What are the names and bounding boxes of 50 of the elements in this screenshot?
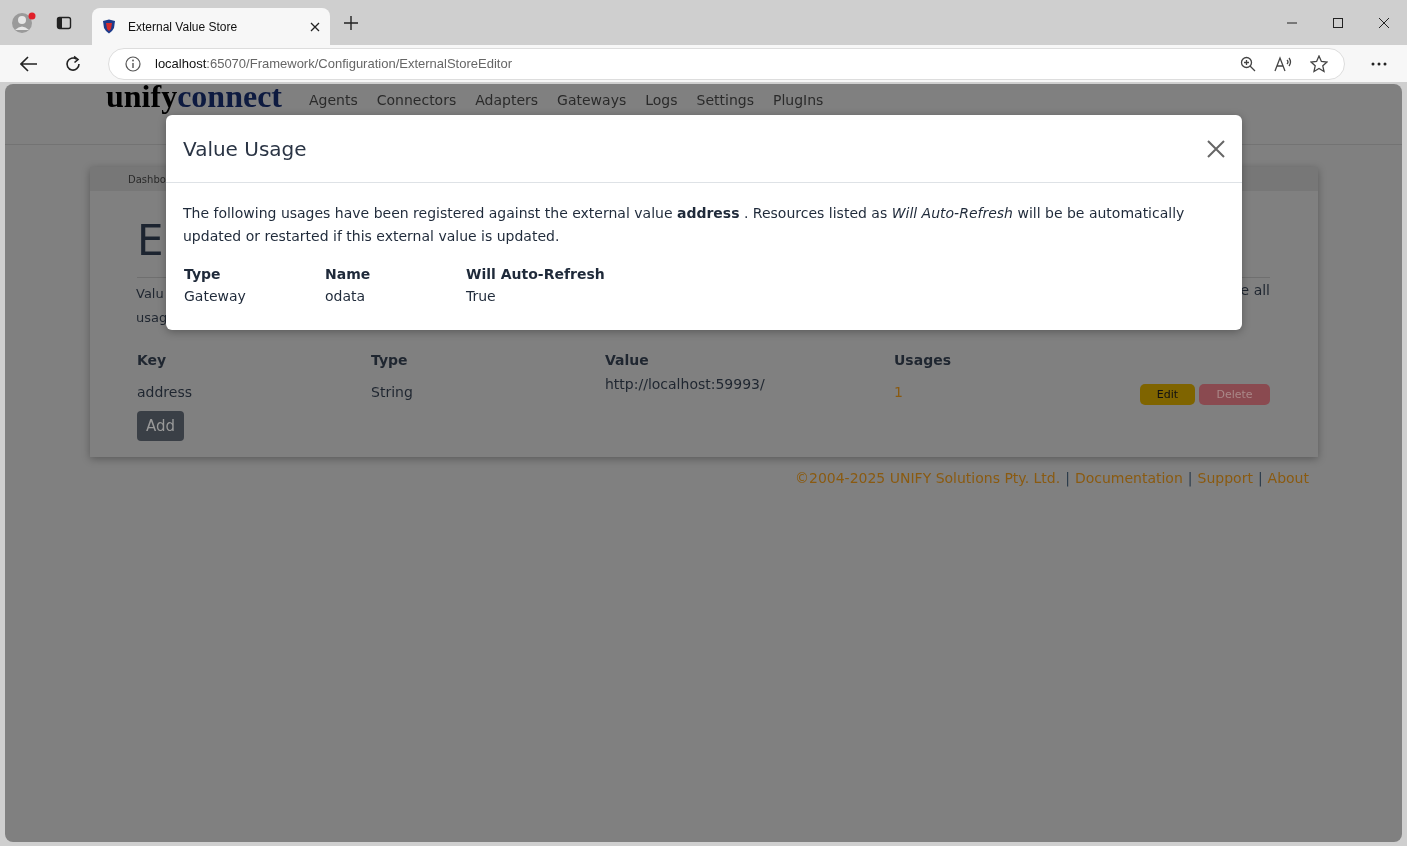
browser-tab[interactable]: External Value Store xyxy=(92,8,330,45)
column-header: Value xyxy=(605,352,650,370)
read-aloud-icon[interactable] xyxy=(1274,55,1292,72)
column-header: Usages xyxy=(894,352,952,370)
table-cell-text: String xyxy=(371,384,414,402)
nav-link[interactable]: Agents xyxy=(309,92,358,108)
zoom-icon[interactable] xyxy=(1240,55,1256,72)
breadcrumb[interactable]: Dashbo xyxy=(128,173,166,185)
back-icon[interactable] xyxy=(20,55,38,72)
reload-icon[interactable] xyxy=(64,54,82,73)
table-cell-text: http://localhost:59993/ xyxy=(605,376,766,394)
logo[interactable]: unifyconnect xyxy=(106,84,282,114)
nav-link[interactable]: Adapters xyxy=(475,92,539,108)
intro-text: Valu xyxy=(136,285,164,303)
address-field[interactable]: localhost:65070/Framework/Configuration/ExternalStoreEditor xyxy=(108,47,1345,80)
column-header: Key xyxy=(137,352,168,370)
page-heading: E xyxy=(137,217,164,265)
table-cell-text: True xyxy=(466,288,497,304)
more-icon[interactable] xyxy=(1371,61,1387,66)
close-icon[interactable] xyxy=(1378,16,1390,29)
table-cell-text: Gateway xyxy=(184,288,247,304)
separator: | xyxy=(1065,470,1070,486)
maximize-icon[interactable] xyxy=(1332,16,1344,29)
intro-text: usag xyxy=(136,309,168,327)
separator: | xyxy=(1187,470,1193,486)
profile-icon[interactable] xyxy=(12,10,38,35)
copyright-text: ©2004-2025 UNIFY Solutions Pty. Ltd. xyxy=(794,470,1061,486)
new-tab-icon[interactable] xyxy=(344,15,358,30)
info-icon xyxy=(125,55,141,72)
modal-title: Value Usage xyxy=(183,136,307,161)
nav-link[interactable]: Settings xyxy=(696,92,754,108)
column-header: Will Auto-Refresh xyxy=(466,266,605,284)
modal-text: The following usages have been registered against the external value address . Resources listed as Will Auto-Refresh will be be automatically updated or restarted if this external value is updated. xyxy=(183,204,1186,246)
add-button[interactable]: Add xyxy=(137,411,185,441)
separator: | xyxy=(1257,470,1263,486)
nav-link[interactable]: PlugIns xyxy=(772,92,824,108)
shield-icon xyxy=(102,19,116,34)
close-icon[interactable] xyxy=(310,21,320,32)
column-header: Type xyxy=(184,266,222,284)
table-cell-text: address xyxy=(137,384,193,402)
delete-button[interactable]: Delete xyxy=(1199,384,1270,405)
tab-actions-icon[interactable] xyxy=(56,14,72,31)
nav-link[interactable]: Logs xyxy=(645,92,678,108)
nav-link[interactable]: Connectors xyxy=(376,92,457,108)
star-icon[interactable] xyxy=(1310,54,1328,73)
table-cell-text: odata xyxy=(325,288,367,304)
nav-link[interactable]: Gateways xyxy=(557,92,627,108)
column-header: Name xyxy=(325,266,372,284)
edit-button[interactable]: Edit xyxy=(1140,384,1195,405)
column-header: Type xyxy=(371,352,409,370)
